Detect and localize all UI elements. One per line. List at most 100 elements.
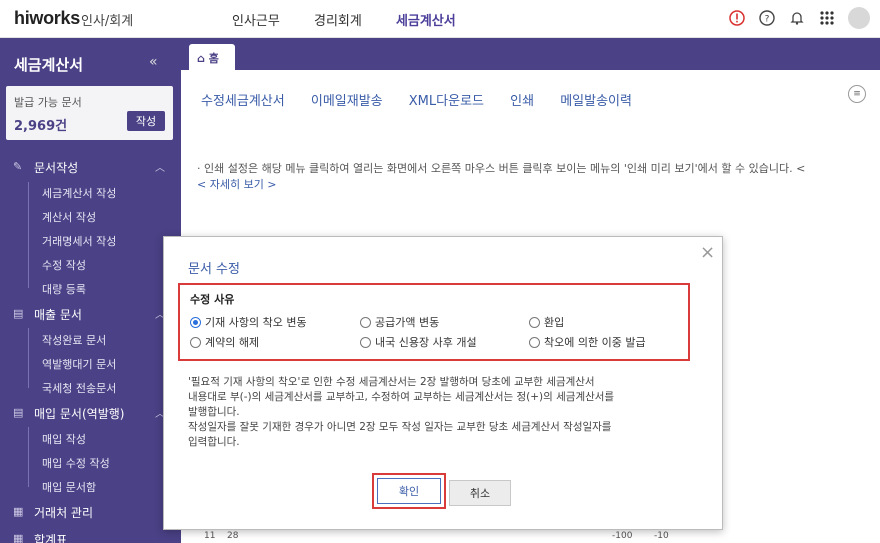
sidebar-section-label: 매출 문서	[34, 308, 82, 322]
top-icons: ?	[728, 7, 870, 29]
avatar[interactable]	[848, 7, 870, 29]
sidebar-section-clients[interactable]: ▦ 거래처 관리	[0, 501, 181, 523]
radio-label: 공급가액 변동	[375, 316, 440, 329]
table-cell: 11	[204, 531, 216, 541]
radio-label: 내국 신용장 사후 개설	[375, 336, 477, 349]
tree-line	[28, 328, 29, 388]
radio-local-lc[interactable]: 내국 신용장 사후 개설	[360, 334, 477, 350]
radio-supply-change[interactable]: 공급가액 변동	[360, 314, 439, 330]
sidebar-item-completed[interactable]: 작성완료 문서	[42, 332, 106, 348]
description-line: 입력합니다.	[188, 436, 240, 448]
topnav-tax-invoice[interactable]: 세금계산서	[396, 14, 456, 29]
confirm-highlight: 확인	[372, 473, 446, 509]
topnav-hr[interactable]: 인사근무	[232, 14, 280, 29]
sidebar-item-statement[interactable]: 거래명세서 작성	[42, 233, 116, 249]
description-line: 내용대로 부(-)의 세금계산서를 교부하고, 수정하여 교부하는 세금계산서는…	[188, 391, 615, 403]
cancel-button[interactable]: 취소	[449, 480, 511, 506]
dialog-description: '필요적 기재 사항의 착오'로 인한 수정 세금계산서는 2장 발행하며 당초…	[188, 375, 698, 450]
close-icon[interactable]: ×	[700, 242, 715, 263]
sidebar-section-label: 문서작성	[34, 161, 79, 175]
action-print[interactable]: 인쇄	[510, 94, 534, 109]
reason-group: 수정 사유 기재 사항의 착오 변동 공급가액 변동 환입 계약의 해제 내국 …	[178, 283, 690, 361]
sidebar-section-sales[interactable]: ▤ 매출 문서 ︿	[0, 303, 181, 325]
reason-title: 수정 사유	[190, 293, 235, 306]
sidebar: 세금계산서 « 발급 가능 문서 2,969건 작성 ✎ 문서작성 ︿ 세금계산…	[0, 38, 181, 543]
radio-button[interactable]	[190, 316, 201, 328]
tree-line	[28, 427, 29, 487]
tab-home-label: 홈	[208, 52, 219, 65]
radio-return[interactable]: 환입	[529, 314, 564, 330]
sidebar-item-purchase-box[interactable]: 매입 문서함	[42, 479, 96, 495]
sidebar-item-modify[interactable]: 수정 작성	[42, 257, 86, 273]
modify-document-dialog: 문서 수정 × 수정 사유 기재 사항의 착오 변동 공급가액 변동 환입 계약…	[163, 236, 723, 530]
top-nav: 인사근무 경리회계 세금계산서	[232, 10, 486, 29]
quota-count: 2,969건	[14, 119, 68, 134]
dialog-title: 문서 수정	[188, 262, 240, 277]
radio-label: 기재 사항의 착오 변동	[205, 316, 307, 329]
document-icon: ▤	[13, 307, 24, 320]
print-notice: · 인쇄 설정은 해당 메뉴 클릭하여 열리는 화면에서 오른쪽 마우스 버튼 …	[197, 160, 872, 192]
description-line: 발행합니다.	[188, 406, 240, 418]
radio-duplicate-issue[interactable]: 착오에 의한 이중 발급	[529, 334, 646, 350]
chevron-up-icon: ︿	[155, 163, 165, 174]
radio-button[interactable]	[529, 316, 540, 328]
apps-grid-icon[interactable]	[818, 9, 836, 27]
alert-icon[interactable]	[728, 9, 746, 27]
more-menu-icon[interactable]: ≡	[848, 85, 866, 103]
sidebar-section-label: 합계표	[34, 533, 68, 543]
sidebar-item-tax-invoice[interactable]: 세금계산서 작성	[42, 185, 116, 201]
tree-line	[28, 182, 29, 288]
quota-label: 발급 가능 문서	[14, 96, 82, 109]
table-cell: 28	[227, 531, 239, 541]
sidebar-section-create[interactable]: ✎ 문서작성 ︿	[0, 156, 181, 178]
sidebar-section-label: 매입 문서(역발행)	[34, 407, 125, 421]
create-button[interactable]: 작성	[127, 111, 165, 131]
print-notice-text: · 인쇄 설정은 해당 메뉴 클릭하여 열리는 화면에서 오른쪽 마우스 버튼 …	[197, 162, 806, 175]
sidebar-item-bulk[interactable]: 대량 등록	[42, 281, 86, 297]
sidebar-title: 세금계산서	[14, 56, 84, 74]
radio-entry-error[interactable]: 기재 사항의 착오 변동	[190, 314, 307, 330]
sidebar-item-invoice[interactable]: 계산서 작성	[42, 209, 96, 225]
home-icon: ⌂	[197, 52, 205, 65]
module-name[interactable]: 인사/회계	[81, 10, 133, 29]
radio-label: 환입	[544, 316, 565, 329]
details-link[interactable]: < 자세히 보기 >	[197, 178, 277, 191]
sidebar-item-purchase-create[interactable]: 매입 작성	[42, 431, 86, 447]
sidebar-section-label: 거래처 관리	[34, 506, 94, 520]
action-bar: 수정세금계산서 이메일재발송 XML다운로드 인쇄 메일발송이력	[201, 90, 654, 109]
sidebar-item-purchase-modify[interactable]: 매입 수정 작성	[42, 455, 110, 471]
table-cell: -10	[654, 531, 669, 541]
sidebar-section-summary[interactable]: ▦ 합계표	[0, 528, 181, 543]
svg-text:?: ?	[765, 15, 770, 25]
description-line: 작성일자를 잘못 기재한 경우가 아니면 2장 모두 작성 일자는 교부한 당초…	[188, 421, 612, 433]
sidebar-item-reverse-pending[interactable]: 역발행대기 문서	[42, 356, 116, 372]
action-modify-invoice[interactable]: 수정세금계산서	[201, 94, 285, 109]
description-line: '필요적 기재 사항의 착오'로 인한 수정 세금계산서는 2장 발행하며 당초…	[188, 376, 595, 388]
tab-home[interactable]: ⌂ 홈	[189, 44, 235, 70]
radio-label: 계약의 해제	[205, 336, 260, 349]
radio-button[interactable]	[360, 316, 371, 328]
action-xml-download[interactable]: XML다운로드	[409, 94, 484, 109]
help-icon[interactable]: ?	[758, 9, 776, 27]
sidebar-item-nts-sent[interactable]: 국세청 전송문서	[42, 380, 116, 396]
sidebar-collapse-icon[interactable]: «	[149, 54, 158, 70]
top-bar: hiworks 인사/회계 인사근무 경리회계 세금계산서 ?	[0, 0, 880, 38]
topnav-accounting[interactable]: 경리회계	[314, 14, 362, 29]
quota-box: 발급 가능 문서 2,969건 작성	[6, 86, 173, 140]
radio-button[interactable]	[360, 336, 371, 348]
tab-strip	[181, 38, 880, 70]
action-mail-history[interactable]: 메일발송이력	[560, 94, 632, 109]
table-cell: -100	[612, 531, 633, 541]
action-resend-email[interactable]: 이메일재발송	[311, 94, 383, 109]
building-icon: ▦	[13, 505, 24, 518]
bell-icon[interactable]	[788, 9, 806, 27]
pencil-icon: ✎	[13, 160, 23, 173]
confirm-button[interactable]: 확인	[377, 478, 441, 504]
document-icon: ▤	[13, 406, 24, 419]
radio-button[interactable]	[529, 336, 540, 348]
radio-contract-cancel[interactable]: 계약의 해제	[190, 334, 259, 350]
sidebar-section-purchase[interactable]: ▤ 매입 문서(역발행) ︿	[0, 402, 181, 424]
radio-button[interactable]	[190, 336, 201, 348]
logo[interactable]: hiworks	[14, 8, 80, 29]
radio-label: 착오에 의한 이중 발급	[544, 336, 646, 349]
